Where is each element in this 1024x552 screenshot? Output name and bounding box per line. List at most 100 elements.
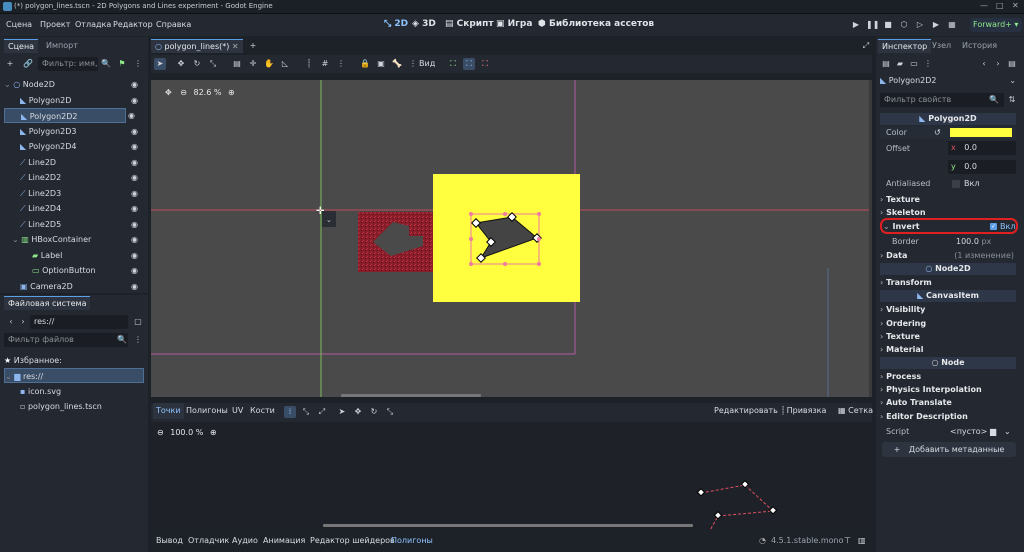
section-data[interactable]: › Data (1 изменение) [880,249,1016,262]
edit-menu[interactable]: Редактировать [711,403,781,419]
maximize-icon[interactable]: □ [996,1,1004,10]
pivot-tool-icon[interactable]: ✛ [247,58,259,70]
tree-row-line2d2[interactable]: ⟋ Line2D2 ◉ [4,170,142,185]
tab-inspector[interactable]: Инспектор [878,39,932,53]
visibility-eye-icon[interactable]: ◉ [131,124,138,139]
center-view-icon[interactable]: ⛶ [447,58,459,70]
file-filter-input[interactable]: Фильтр файлов [4,333,128,347]
filter-search-icon[interactable]: 🔍 [100,58,112,70]
res-root-row[interactable]: ⌄ ▆ res:// [4,368,144,383]
script-dropdown-icon[interactable]: ⌄ [1004,425,1011,438]
pause-icon[interactable]: ❚❚ [866,19,879,31]
tree-row-label[interactable]: ▰ Label ◉ [4,248,142,263]
tree-row-line2d[interactable]: ⟋ Line2D ◉ [4,155,142,170]
visibility-eye-icon[interactable]: ◉ [131,201,138,216]
bottom-tab-animation[interactable]: Анимация [263,536,305,545]
tab-history[interactable]: История [958,39,1001,53]
menu-help[interactable]: Справка [156,20,191,29]
rotate-uv-icon[interactable]: ↻ [368,406,380,418]
script-folder-icon[interactable]: ▆ [990,425,996,438]
section-physics-interpolation[interactable]: › Physics Interpolation [880,383,1016,396]
select-tool-icon[interactable]: ➤ [154,58,166,70]
offset-x-field[interactable]: x 0.0 [948,141,1016,155]
property-options-icon[interactable]: ⇅ [1006,94,1018,106]
menu-editor[interactable]: Редактор [113,20,153,29]
close-icon[interactable]: ✕ [1012,1,1019,10]
list-select-icon[interactable]: ▤ [231,58,243,70]
tab-polygons[interactable]: Полигоны [183,403,231,419]
resource-options-icon[interactable]: ⋮ [922,58,934,70]
section-invert[interactable]: ⌄ Invert ✓ Вкл [880,220,1016,233]
tree-row-node2d[interactable]: ⌄ ○ Node2D ◉ [4,77,142,92]
back-arrow-icon[interactable]: ‹ [5,316,17,328]
file-row-icon-svg[interactable]: ▪ icon.svg [4,384,142,399]
invert-checkbox[interactable]: ✓ [990,223,997,230]
visibility-eye-icon[interactable]: ◉ [131,232,138,247]
node-selector[interactable]: ◣ Polygon2D2 ⌄ [880,74,1020,88]
scene-tab-polygon-lines[interactable]: ○ polygon_lines(*) ✕ [151,39,243,53]
scale-uv-icon[interactable]: ⤡ [384,406,396,418]
section-texture[interactable]: › Texture [880,193,1016,206]
stop-icon[interactable]: ■ [882,19,894,31]
offset-y-field[interactable]: y 0.0 [948,160,1016,174]
snap-options-icon[interactable]: ⋮ [335,58,347,70]
visibility-eye-icon[interactable]: ◉ [131,155,138,170]
tree-row-hboxcontainer[interactable]: ⌄ ▥ HBoxContainer ◉ [4,232,142,247]
section-visibility[interactable]: › Visibility [880,303,1016,316]
save-resource-icon[interactable]: ▭ [908,58,920,70]
visibility-eye-icon[interactable]: ◉ [131,139,138,154]
load-resource-icon[interactable]: ▰ [894,58,906,70]
bone-options-icon[interactable]: ⋮ [407,58,419,70]
section-ordering[interactable]: › Ordering [880,317,1016,330]
smart-snap-icon[interactable]: ⸽ [303,58,315,70]
view-menu[interactable]: Вид [419,59,435,68]
movie-maker-icon[interactable]: ▦ [946,19,958,31]
viewport-canvas[interactable]: ⌄ ✛ [151,80,872,397]
history-menu-icon[interactable]: ▤ [1006,58,1018,70]
bottom-tab-polygons[interactable]: Полигоны [391,536,433,545]
add-point-icon[interactable]: ⤡ [300,406,312,418]
remove-point-icon[interactable]: ⤢ [316,406,328,418]
revert-icon[interactable]: ↺ [934,126,941,139]
tab-uv[interactable]: UV [229,403,246,419]
tree-row-polygon2d[interactable]: ◣ Polygon2D ◉ [4,93,142,108]
workspace-3d[interactable]: ◈ 3D [412,19,436,29]
visibility-eye-icon[interactable]: ◉ [131,93,138,108]
menu-debug[interactable]: Отладка [75,20,111,29]
tab-import[interactable]: Импорт [42,39,82,53]
scale-tool-icon[interactable]: ⤡ [207,58,219,70]
canvas-viewport[interactable]: ⌄ ✛ ✥ ⊖ 82.6 % ⊕ [151,80,872,397]
close-tab-icon[interactable]: ✕ [232,42,239,51]
tree-row-line2d3[interactable]: ⟋ Line2D3 ◉ [4,186,142,201]
link-icon[interactable]: 🔗 [22,58,34,70]
workspace-script[interactable]: ▤ Скрипт [445,19,494,29]
tree-row-optionbutton[interactable]: ▭ OptionButton ◉ [4,263,142,278]
zoom-level[interactable]: 82.6 % [194,88,222,97]
property-search-icon[interactable]: 🔍 [988,94,1000,106]
favorites-row[interactable]: ★ Избранное: [4,353,142,368]
visibility-eye-icon[interactable]: ◉ [131,279,138,294]
renderer-select[interactable]: Forward+ ▾ [970,18,1022,32]
tab-node[interactable]: Узел [928,39,955,53]
play-custom-icon[interactable]: ▶ [930,19,942,31]
file-row-polygon-lines[interactable]: ▫ polygon_lines.tscn [4,399,142,414]
tree-row-camera2d[interactable]: ▣ Camera2D ◉ [4,279,142,294]
bottom-tab-debugger[interactable]: Отладчик [188,536,229,545]
move-points-icon[interactable]: ⁞ [284,406,296,418]
visibility-eye-icon[interactable]: ◉ [128,111,144,120]
workspace-assetlib[interactable]: ⬢ Библиотека ассетов [538,19,654,29]
section-process[interactable]: › Process [880,370,1016,383]
bottom-tab-output[interactable]: Вывод [156,536,183,545]
attach-script-icon[interactable]: ⚑ [116,58,128,70]
visibility-eye-icon[interactable]: ◉ [131,248,138,263]
polygon-preview[interactable] [151,422,872,530]
add-node-icon[interactable]: + [4,58,16,70]
zoom-out-icon[interactable]: ⊖ [180,88,187,97]
play-icon[interactable]: ▶ [850,19,862,31]
more-options-icon[interactable]: ⋮ [132,58,144,70]
polygon-editor-canvas[interactable]: ⊖ 100.0 % ⊕ [151,422,872,530]
add-metadata-button[interactable]: + Добавить метаданные [882,442,1016,457]
lock-icon[interactable]: 🔒 [359,58,371,70]
menu-project[interactable]: Проект [40,20,70,29]
bottom-tab-shader-editor[interactable]: Редактор шейдеров [310,536,395,545]
